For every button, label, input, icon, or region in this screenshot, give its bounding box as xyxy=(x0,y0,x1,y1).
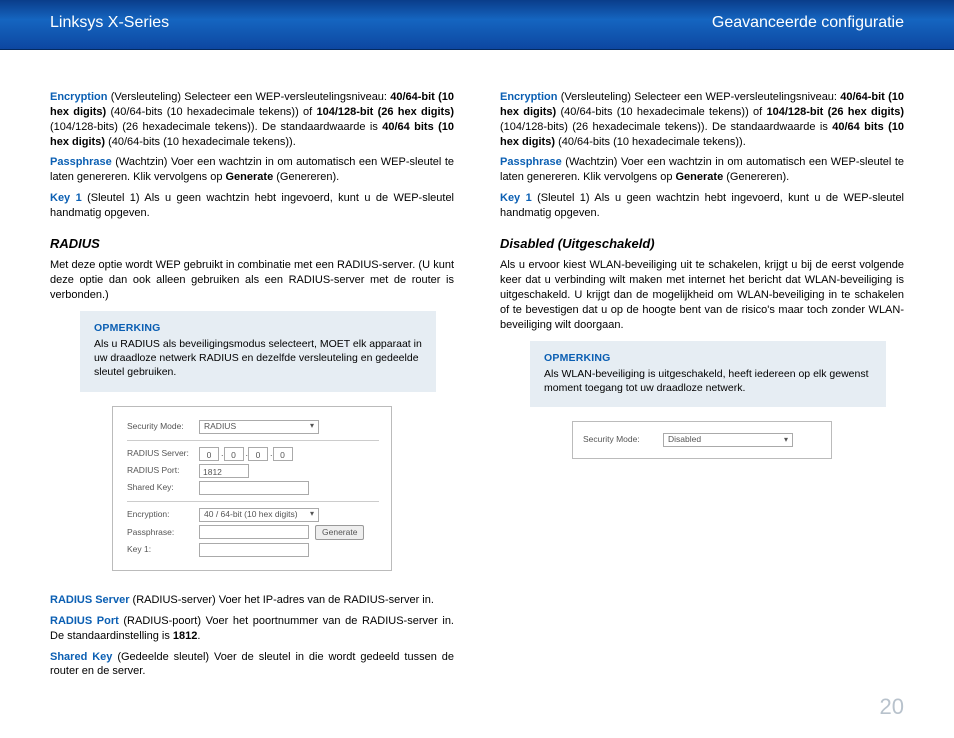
key1-input[interactable] xyxy=(199,543,309,557)
disabled-body: Als u ervoor kiest WLAN-beveiliging uit … xyxy=(500,258,904,332)
header-left: Linksys X-Series xyxy=(50,14,169,32)
ip-octet-2[interactable]: 0 xyxy=(224,447,244,461)
passphrase-paragraph: Passphrase (Wachtzin) Voer een wachtzin … xyxy=(50,155,454,185)
radius-server-paragraph: RADIUS Server (RADIUS-server) Voer het I… xyxy=(50,593,454,608)
page-number: 20 xyxy=(880,694,904,720)
chevron-down-icon: ▾ xyxy=(784,435,788,446)
radius-heading: RADIUS xyxy=(50,235,454,253)
radius-port-label: RADIUS Port: xyxy=(127,465,199,476)
shared-key-paragraph: Shared Key (Gedeelde sleutel) Voer de sl… xyxy=(50,650,454,680)
header-right: Geavanceerde configuratie xyxy=(712,14,904,32)
radius-settings-panel: Security Mode: RADIUS ▾ RADIUS Server: 0… xyxy=(112,406,392,571)
page-header: Linksys X-Series Geavanceerde configurat… xyxy=(0,0,954,50)
encryption-term: Encryption xyxy=(50,91,107,103)
passphrase-input[interactable] xyxy=(199,525,309,539)
note-title: OPMERKING xyxy=(544,351,872,365)
disabled-note-box: OPMERKING Als WLAN-beveiliging is uitges… xyxy=(530,341,886,408)
security-mode-select[interactable]: Disabled ▾ xyxy=(663,433,793,447)
key1-term: Key 1 xyxy=(50,192,82,204)
radius-port-input[interactable]: 1812 xyxy=(199,464,249,478)
encryption-paragraph-r: Encryption (Versleuteling) Selecteer een… xyxy=(500,90,904,149)
security-mode-label: Security Mode: xyxy=(583,434,663,445)
security-mode-select[interactable]: RADIUS ▾ xyxy=(199,420,319,434)
encryption-paragraph: Encryption (Versleuteling) Selecteer een… xyxy=(50,90,454,149)
key1-label: Key 1: xyxy=(127,544,199,555)
key1-paragraph-r: Key 1 (Sleutel 1) Als u geen wachtzin he… xyxy=(500,191,904,221)
generate-button[interactable]: Generate xyxy=(315,525,364,540)
ip-octet-1[interactable]: 0 xyxy=(199,447,219,461)
passphrase-label: Passphrase: xyxy=(127,527,199,538)
chevron-down-icon: ▾ xyxy=(310,421,314,432)
radius-note-box: OPMERKING Als u RADIUS als beveiligingsm… xyxy=(80,311,436,392)
ip-octet-3[interactable]: 0 xyxy=(248,447,268,461)
ip-octet-4[interactable]: 0 xyxy=(273,447,293,461)
radius-server-label: RADIUS Server: xyxy=(127,448,199,459)
radius-intro: Met deze optie wordt WEP gebruikt in com… xyxy=(50,258,454,303)
note-body: Als WLAN-beveiliging is uitgeschakeld, h… xyxy=(544,368,869,394)
chevron-down-icon: ▾ xyxy=(310,509,314,520)
left-column: Encryption (Versleuteling) Selecteer een… xyxy=(50,90,454,685)
shared-key-label: Shared Key: xyxy=(127,482,199,493)
shared-key-input[interactable] xyxy=(199,481,309,495)
divider xyxy=(127,440,379,441)
note-body: Als u RADIUS als beveiligingsmodus selec… xyxy=(94,338,422,378)
passphrase-paragraph-r: Passphrase (Wachtzin) Voer een wachtzin … xyxy=(500,155,904,185)
note-title: OPMERKING xyxy=(94,321,422,335)
disabled-settings-panel: Security Mode: Disabled ▾ xyxy=(572,421,832,459)
key1-paragraph: Key 1 (Sleutel 1) Als u geen wachtzin he… xyxy=(50,191,454,221)
disabled-heading: Disabled (Uitgeschakeld) xyxy=(500,235,904,253)
divider xyxy=(127,501,379,502)
content-area: Encryption (Versleuteling) Selecteer een… xyxy=(0,50,954,685)
security-mode-label: Security Mode: xyxy=(127,421,199,432)
radius-port-paragraph: RADIUS Port (RADIUS-poort) Voer het poor… xyxy=(50,614,454,644)
encryption-label: Encryption: xyxy=(127,509,199,520)
passphrase-term: Passphrase xyxy=(50,156,112,168)
encryption-select[interactable]: 40 / 64-bit (10 hex digits) ▾ xyxy=(199,508,319,522)
right-column: Encryption (Versleuteling) Selecteer een… xyxy=(500,90,904,685)
